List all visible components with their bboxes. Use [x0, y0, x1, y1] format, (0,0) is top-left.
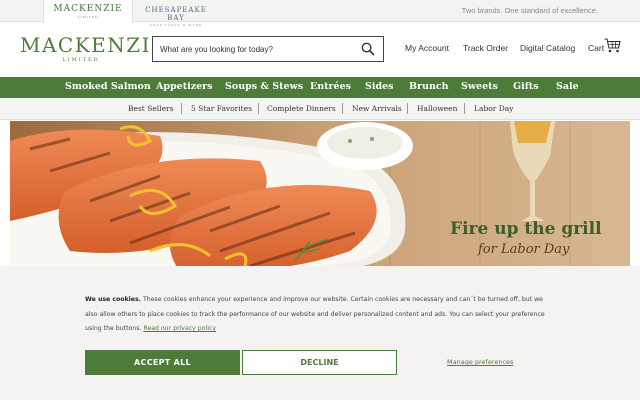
sub-nav-divider	[342, 103, 343, 114]
cart-icon[interactable]	[604, 38, 621, 53]
accept-all-button[interactable]: ACCEPT ALL	[85, 350, 240, 375]
brand-tab-chesapeake-name: CHESAPEAKE BAY	[145, 6, 207, 22]
site-logo[interactable]: MACKENZIE LIMITED	[20, 33, 168, 63]
my-account-link[interactable]: My Account	[405, 43, 449, 53]
site-header: MACKENZIE LIMITED My Account Track Order…	[0, 22, 640, 76]
main-nav: Smoked Salmon Appetizers Soups & Stews E…	[0, 77, 640, 98]
nav-item-sale[interactable]: Sale	[556, 81, 579, 92]
digital-catalog-link[interactable]: Digital Catalog	[520, 43, 575, 53]
hero-subtitle: for Labor Day	[478, 242, 570, 257]
brand-tab-mackenzie[interactable]: MACKENZIE LIMITED	[43, 0, 133, 23]
sub-nav-complete-dinners[interactable]: Complete Dinners	[267, 104, 336, 113]
sub-nav-divider	[258, 103, 259, 114]
sub-nav-5-star[interactable]: 5 Star Favorites	[191, 104, 252, 113]
search-box	[152, 36, 384, 62]
hero-banner[interactable]: Fire up the grill for Labor Day	[10, 121, 630, 266]
nav-item-soups-stews[interactable]: Soups & Stews	[225, 81, 303, 92]
sub-nav: Best Sellers 5 Star Favorites Complete D…	[0, 98, 640, 120]
sub-nav-divider	[464, 103, 465, 114]
nav-item-appetizers[interactable]: Appetizers	[156, 81, 213, 92]
cookie-banner: We use cookies. These cookies enhance yo…	[0, 266, 640, 400]
search-input[interactable]	[153, 37, 353, 62]
brand-strip: MACKENZIE LIMITED CHESAPEAKE BAY CRAB CA…	[0, 0, 640, 27]
cart-link[interactable]: Cart	[588, 43, 604, 53]
sub-nav-labor-day[interactable]: Labor Day	[474, 104, 513, 113]
sub-nav-halloween[interactable]: Halloween	[417, 104, 457, 113]
decline-button[interactable]: DECLINE	[242, 350, 397, 375]
nav-item-entrees[interactable]: Entrées	[310, 81, 351, 92]
sub-nav-new-arrivals[interactable]: New Arrivals	[352, 104, 402, 113]
nav-item-smoked-salmon[interactable]: Smoked Salmon	[65, 81, 151, 92]
brand-tab-mackenzie-name: MACKENZIE	[53, 4, 123, 14]
nav-item-sweets[interactable]: Sweets	[461, 81, 498, 92]
logo-subtitle: LIMITED	[62, 57, 100, 63]
nav-item-gifts[interactable]: Gifts	[513, 81, 539, 92]
brand-tab-mackenzie-sub: LIMITED	[77, 15, 99, 19]
logo-wordmark: MACKENZIE	[20, 33, 168, 57]
sub-nav-best-sellers[interactable]: Best Sellers	[128, 104, 173, 113]
brand-tab-chesapeake[interactable]: CHESAPEAKE BAY CRAB CAKES & MORE	[135, 0, 217, 27]
privacy-policy-link[interactable]: Read our privacy policy	[143, 325, 216, 332]
nav-item-brunch[interactable]: Brunch	[409, 81, 449, 92]
brand-tagline: Two brands. One standard of excellence.	[461, 6, 598, 15]
manage-preferences-link[interactable]: Manage preferences	[447, 358, 513, 366]
sub-nav-divider	[407, 103, 408, 114]
search-icon[interactable]	[361, 42, 375, 56]
hero-title: Fire up the grill	[450, 219, 602, 239]
track-order-link[interactable]: Track Order	[463, 43, 508, 53]
nav-item-sides[interactable]: Sides	[365, 81, 394, 92]
cookie-message: We use cookies. These cookies enhance yo…	[85, 293, 555, 337]
cookie-heading: We use cookies.	[85, 296, 142, 303]
sub-nav-divider	[181, 103, 182, 114]
